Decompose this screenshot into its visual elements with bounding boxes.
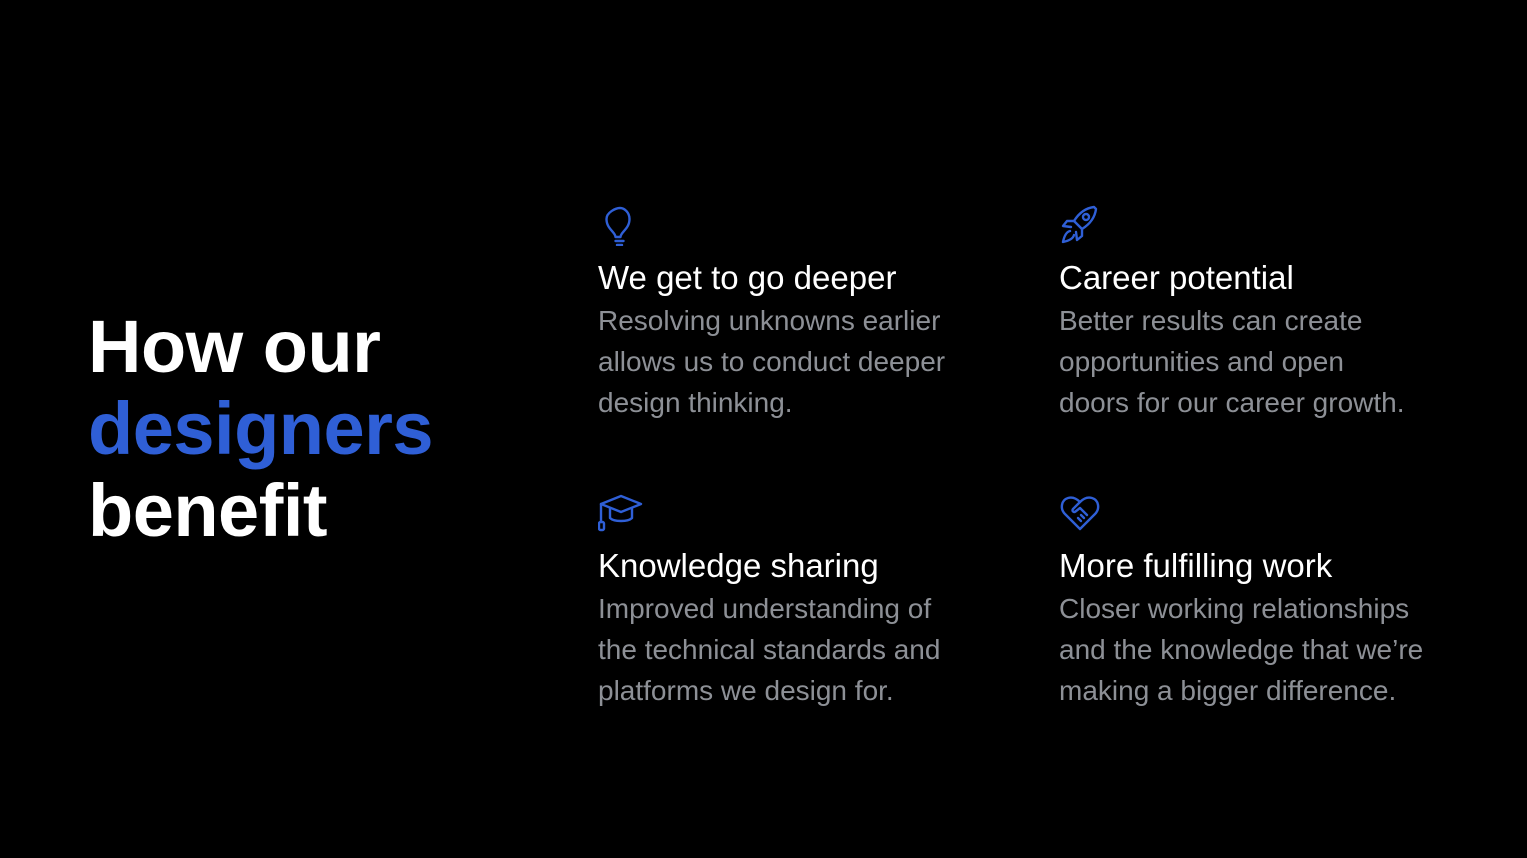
benefit-description: Better results can create opportunities … [1059, 300, 1489, 423]
benefit-description: Resolving unknowns earlier allows us to … [598, 300, 1028, 423]
lightbulb-icon [598, 204, 640, 246]
page-headline: How our designers benefit [88, 305, 434, 552]
graduation-cap-icon [598, 492, 643, 534]
benefit-description: Closer working relationships and the kno… [1059, 588, 1489, 711]
benefit-title: Career potential [1059, 259, 1294, 296]
heart-handshake-icon [1059, 492, 1101, 534]
benefit-description-line: doors for our career growth. [1059, 387, 1405, 418]
rocket-icon [1059, 204, 1101, 246]
benefit-description-line: Better results can create [1059, 305, 1363, 336]
benefit-title: Knowledge sharing [598, 547, 879, 584]
benefit-description: Improved understanding of the technical … [598, 588, 1028, 711]
benefit-description-line: allows us to conduct deeper [598, 346, 946, 377]
benefit-title: More fulfilling work [1059, 547, 1333, 584]
benefit-description-line: the technical standards and [598, 634, 941, 665]
benefit-description-line: Closer working relationships [1059, 593, 1410, 624]
benefit-description-line: Improved understanding of [598, 593, 932, 624]
headline-line-2-highlight: designers [88, 387, 434, 470]
benefit-description-line: platforms we design for. [598, 675, 894, 706]
headline-line-1: How our [88, 305, 381, 388]
benefit-description-line: opportunities and open [1059, 346, 1344, 377]
headline-line-3: benefit [88, 469, 328, 552]
benefit-description-line: making a bigger difference. [1059, 675, 1397, 706]
benefit-description-line: Resolving unknowns earlier [598, 305, 941, 336]
benefit-description-line: design thinking. [598, 387, 793, 418]
benefit-title: We get to go deeper [598, 259, 897, 296]
benefit-description-line: and the knowledge that we’re [1059, 634, 1424, 665]
